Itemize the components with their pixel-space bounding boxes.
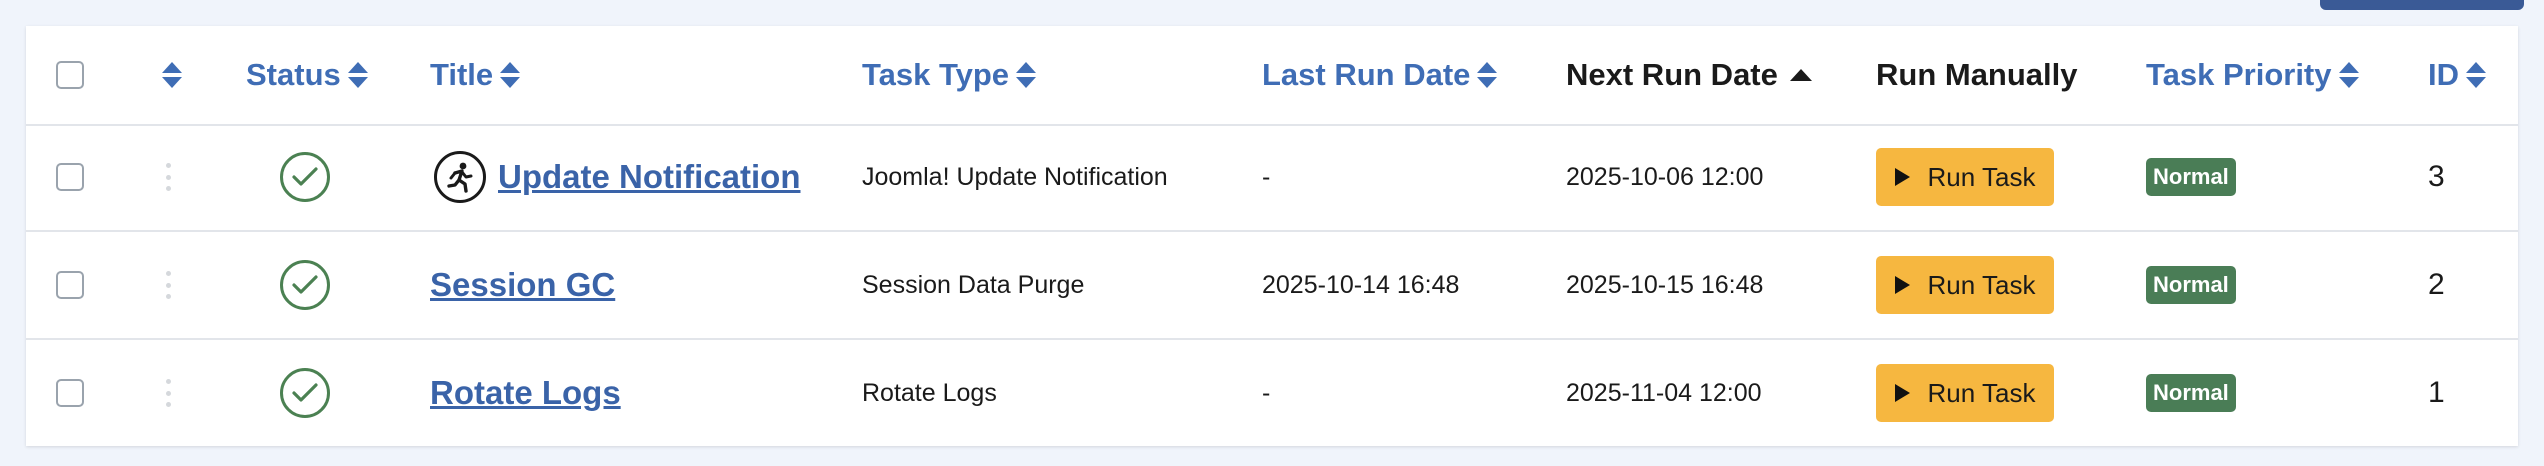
task-id: 3 [2428,160,2445,193]
task-title-link[interactable]: Update Notification [498,158,801,196]
header-run-manually-label: Run Manually [1876,57,2078,92]
status-enabled-icon[interactable] [280,152,330,202]
sort-status-header[interactable]: Status [246,57,369,93]
sort-icon [2465,62,2487,88]
drag-handle-icon[interactable] [165,379,171,407]
select-all-checkbox[interactable] [56,61,84,89]
header-status-label: Status [246,57,341,92]
run-task-label: Run Task [1927,269,2036,300]
sort-priority-header[interactable]: Task Priority [2146,57,2360,93]
priority-badge: Normal [2146,158,2236,196]
task-type: Joomla! Update Notification [862,162,1168,191]
ordering-sort-icon[interactable] [161,62,183,88]
toolbar-button-partial[interactable] [2320,0,2524,10]
play-icon [1894,384,1910,402]
task-id: 2 [2428,268,2445,301]
sort-id-header[interactable]: ID [2428,57,2487,93]
header-id-label: ID [2428,57,2459,92]
sort-icon [1476,62,1498,88]
drag-handle-icon[interactable] [165,271,171,299]
sort-icon [499,62,521,88]
run-task-button[interactable]: Run Task [1876,256,2054,314]
row-checkbox[interactable] [56,271,84,299]
status-enabled-icon[interactable] [280,260,330,310]
row-checkbox[interactable] [56,379,84,407]
drag-handle-icon[interactable] [165,163,171,191]
sort-task-type-header[interactable]: Task Type [862,57,1037,93]
run-task-button[interactable]: Run Task [1876,148,2054,206]
task-title-link[interactable]: Session GC [430,266,615,304]
run-task-button[interactable]: Run Task [1876,364,2054,422]
task-type: Rotate Logs [862,378,997,407]
last-run-date: - [1262,162,1271,191]
play-icon [1894,276,1910,294]
priority-badge: Normal [2146,266,2236,304]
header-priority-label: Task Priority [2146,57,2332,92]
task-id: 1 [2428,376,2445,409]
runner-icon [434,151,486,203]
next-run-date: 2025-11-04 12:00 [1566,378,1762,407]
header-task-type-label: Task Type [862,57,1010,92]
sort-ascending-icon [1789,69,1812,81]
header-title-label: Title [430,57,494,92]
row-checkbox[interactable] [56,163,84,191]
header-last-run-label: Last Run Date [1262,57,1471,92]
sort-title-header[interactable]: Title [430,57,521,93]
tasks-table: Status Title Task Type Last Run Date Nex… [26,26,2518,446]
next-run-date: 2025-10-15 16:48 [1566,270,1764,299]
last-run-date: - [1262,378,1271,407]
header-run-manually: Run Manually [1876,57,2078,93]
next-run-date: 2025-10-06 12:00 [1566,162,1764,191]
sort-icon [1015,62,1037,88]
header-next-run-label: Next Run Date [1566,57,1778,92]
play-icon [1894,168,1910,186]
table-row: Rotate Logs Rotate Logs - 2025-11-04 12:… [26,340,2518,446]
status-enabled-icon[interactable] [280,368,330,418]
run-task-label: Run Task [1927,377,2036,408]
sort-icon [2338,62,2360,88]
sort-next-run-header[interactable]: Next Run Date [1566,57,1812,93]
priority-badge: Normal [2146,374,2236,412]
run-task-label: Run Task [1927,161,2036,192]
table-row: Update Notification Joomla! Update Notif… [26,124,2518,232]
task-title-link[interactable]: Rotate Logs [430,374,621,412]
sort-icon [347,62,369,88]
table-header-row: Status Title Task Type Last Run Date Nex… [26,26,2518,126]
last-run-date: 2025-10-14 16:48 [1262,270,1460,299]
sort-last-run-header[interactable]: Last Run Date [1262,57,1498,93]
table-row: Session GC Session Data Purge 2025-10-14… [26,232,2518,340]
task-type: Session Data Purge [862,270,1085,299]
